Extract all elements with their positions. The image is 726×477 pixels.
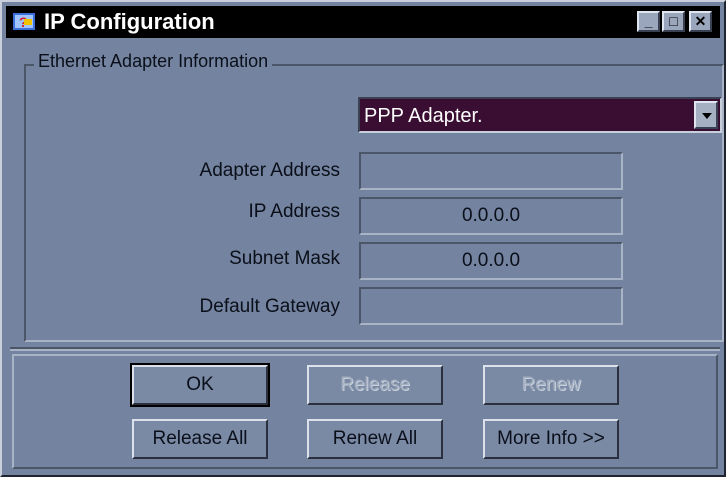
adapter-select[interactable]: PPP Adapter. [358, 97, 722, 133]
adapter-address-field [359, 152, 623, 190]
adapter-address-label: Adapter Address [199, 160, 340, 181]
adapter-info-legend: Ethernet Adapter Information [34, 50, 273, 72]
ip-address-field: 0.0.0.0 [359, 197, 623, 235]
maximize-button[interactable]: □ [662, 11, 685, 32]
window-title: IP Configuration [44, 9, 215, 34]
separator [10, 347, 720, 351]
title-bar[interactable]: ? IP Configuration _ □ ✕ [6, 6, 720, 38]
renew-button[interactable]: Renew [483, 365, 619, 405]
minimize-button[interactable]: _ [637, 11, 660, 32]
adapter-select-value: PPP Adapter. [364, 105, 483, 127]
dropdown-arrow-icon[interactable] [694, 101, 718, 129]
ip-address-label: IP Address [248, 201, 340, 222]
default-gateway-label: Default Gateway [199, 296, 340, 317]
winipcfg-app-icon: ? [13, 13, 35, 30]
renew-all-button[interactable]: Renew All [307, 419, 443, 459]
default-gateway-field [359, 287, 623, 325]
release-all-button[interactable]: Release All [132, 419, 268, 459]
close-button[interactable]: ✕ [689, 11, 712, 32]
subnet-mask-label: Subnet Mask [229, 248, 340, 269]
ok-button[interactable]: OK [130, 363, 270, 407]
more-info-button[interactable]: More Info >> [483, 419, 619, 459]
subnet-mask-field: 0.0.0.0 [359, 242, 623, 280]
release-button[interactable]: Release [307, 365, 443, 405]
ip-configuration-window: ? IP Configuration _ □ ✕ Ethernet Adapte… [0, 0, 726, 477]
